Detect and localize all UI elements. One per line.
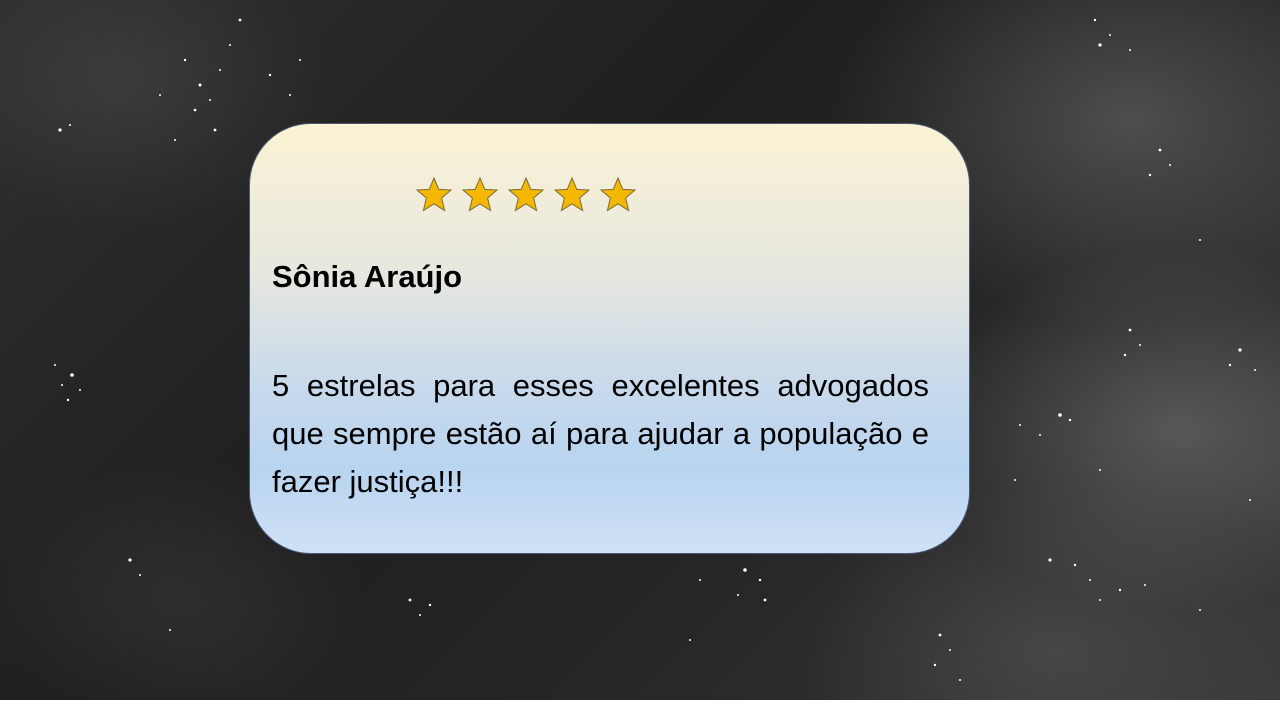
star-icon [461,176,499,212]
star-icon [507,176,545,212]
review-text: 5 estrelas para esses excelentes advogad… [272,368,929,499]
star-rating [415,176,637,214]
star-icon [553,176,591,212]
star-icon [599,176,637,212]
star-icon [415,176,453,212]
reviewer-name: Sônia Araújo [272,259,463,294]
